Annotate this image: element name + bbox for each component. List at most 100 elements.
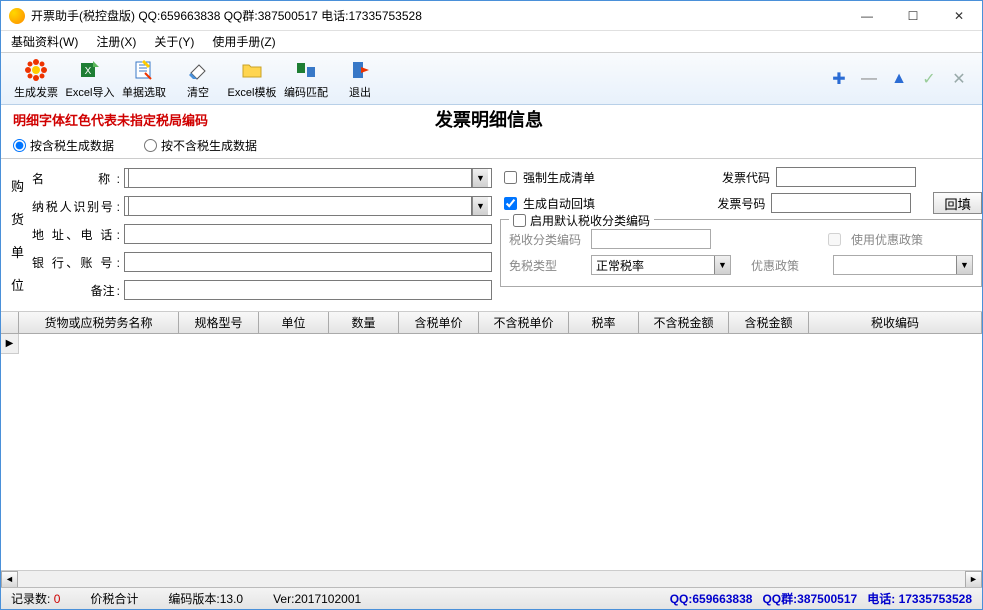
buyer-side-label: 购货单位 — [11, 165, 24, 305]
grid-header: 货物或应税劳务名称 规格型号 单位 数量 含税单价 不含税单价 税率 不含税金额… — [1, 312, 982, 334]
force-list-checkbox[interactable] — [504, 171, 517, 184]
buyer-taxid-input[interactable]: ▼ — [124, 196, 492, 216]
tax-total-label: 价税合计 — [90, 590, 138, 607]
tb-clear[interactable]: 清空 — [171, 55, 225, 103]
dropdown-icon[interactable]: ▼ — [472, 169, 488, 187]
window-title: 开票助手(税控盘版) QQ:659663838 QQ群:387500517 电话… — [31, 7, 422, 24]
eraser-icon — [186, 58, 210, 82]
nav-cancel-button[interactable]: ✕ — [944, 64, 974, 94]
header-row: 明细字体红色代表未指定税局编码 发票明细信息 — [1, 105, 982, 133]
toolbar: 生成发票 XExcel导入 单据选取 清空 Excel模板 编码匹配 退出 ✚ … — [1, 53, 982, 105]
match-icon — [294, 58, 318, 82]
tax-code-label: 税收分类编码 — [509, 231, 581, 248]
horizontal-scrollbar[interactable]: ◄ ► — [1, 570, 982, 587]
page-title: 发票明细信息 — [208, 106, 770, 132]
radio-incl-tax[interactable]: 按含税生成数据 — [13, 137, 114, 154]
grid-col-2[interactable]: 单位 — [259, 312, 329, 333]
buyer-bank-label: 银 行、账 号 — [32, 254, 124, 271]
red-note: 明细字体红色代表未指定税局编码 — [13, 110, 208, 129]
tax-class-groupbox: 启用默认税收分类编码 税收分类编码 使用优惠政策 免税类型 正常税率▼ 优惠政策… — [500, 219, 982, 287]
nav-confirm-button[interactable]: ✓ — [914, 64, 944, 94]
buyer-remark-input[interactable] — [124, 280, 492, 300]
tb-excel-import[interactable]: XExcel导入 — [63, 55, 117, 103]
flower-icon — [24, 58, 48, 82]
invoice-num-input[interactable] — [771, 193, 911, 213]
grid-row-selector-head — [1, 312, 19, 333]
tax-code-input — [591, 229, 711, 249]
folder-icon — [240, 58, 264, 82]
menu-manual[interactable]: 使用手册(Z) — [208, 31, 279, 52]
tb-generate-invoice[interactable]: 生成发票 — [9, 55, 63, 103]
backfill-button[interactable]: 回填 — [933, 192, 982, 214]
dropdown-icon: ▼ — [714, 256, 730, 274]
dropdown-icon[interactable]: ▼ — [472, 197, 488, 215]
force-list-label: 强制生成清单 — [523, 169, 595, 186]
grid-col-6[interactable]: 税率 — [569, 312, 639, 333]
nav-remove-button[interactable]: — — [854, 64, 884, 94]
scroll-right-icon[interactable]: ► — [965, 571, 982, 588]
buyer-name-input[interactable]: ▼ — [124, 168, 492, 188]
app-version: Ver:2017102001 — [273, 592, 361, 606]
exempt-label: 免税类型 — [509, 257, 581, 274]
code-version: 编码版本:13.0 — [168, 590, 243, 607]
row-marker-icon: ▶ — [1, 334, 19, 354]
enable-taxclass-label: 启用默认税收分类编码 — [530, 212, 650, 229]
nav-add-button[interactable]: ✚ — [824, 64, 854, 94]
invoice-code-label: 发票代码 — [722, 169, 770, 186]
buyer-addr-label: 地 址、电 话 — [32, 226, 124, 243]
grid-col-0[interactable]: 货物或应税劳务名称 — [19, 312, 179, 333]
doc-select-icon — [132, 58, 156, 82]
statusbar: 记录数: 0 价税合计 编码版本:13.0 Ver:2017102001 QQ:… — [1, 587, 982, 609]
auto-fill-label: 生成自动回填 — [523, 195, 595, 212]
enable-taxclass-checkbox[interactable] — [513, 214, 526, 227]
dropdown-icon: ▼ — [956, 256, 972, 274]
menu-register[interactable]: 注册(X) — [92, 31, 140, 52]
grid-area: 货物或应税劳务名称 规格型号 单位 数量 含税单价 不含税单价 税率 不含税金额… — [1, 312, 982, 587]
grid-col-7[interactable]: 不含税金额 — [639, 312, 729, 333]
buyer-bank-input[interactable] — [124, 252, 492, 272]
record-count: 记录数: 0 — [11, 590, 60, 607]
close-button[interactable]: ✕ — [936, 1, 982, 31]
grid-col-5[interactable]: 不含税单价 — [479, 312, 569, 333]
tb-exit[interactable]: 退出 — [333, 55, 387, 103]
radio-row: 按含税生成数据 按不含税生成数据 — [1, 133, 982, 159]
grid-col-9[interactable]: 税收编码 — [809, 312, 982, 333]
nav-up-button[interactable]: ▲ — [884, 64, 914, 94]
tb-doc-select[interactable]: 单据选取 — [117, 55, 171, 103]
use-pref-checkbox — [828, 233, 841, 246]
scroll-left-icon[interactable]: ◄ — [1, 571, 18, 588]
buyer-remark-label: 备注 — [32, 282, 124, 299]
grid-col-1[interactable]: 规格型号 — [179, 312, 259, 333]
status-qq: QQ:659663838 QQ群:387500517 电话: 173357535… — [670, 590, 972, 607]
app-icon — [9, 8, 25, 24]
radio-excl-tax[interactable]: 按不含税生成数据 — [144, 137, 257, 154]
grid-body[interactable]: ▶ — [1, 334, 982, 570]
grid-col-4[interactable]: 含税单价 — [399, 312, 479, 333]
menu-basic[interactable]: 基础资料(W) — [7, 31, 82, 52]
buyer-taxid-label: 纳税人识别号 — [32, 198, 124, 215]
pref-policy-label: 优惠政策 — [751, 257, 823, 274]
auto-fill-checkbox[interactable] — [504, 197, 517, 210]
titlebar: 开票助手(税控盘版) QQ:659663838 QQ群:387500517 电话… — [1, 1, 982, 31]
buyer-addr-input[interactable] — [124, 224, 492, 244]
form-area: 购货单位 名 称 ▼ 纳税人识别号 ▼ 地 址、电 话 银 行、账 号 备注 强制生… — [1, 159, 982, 312]
grid-col-3[interactable]: 数量 — [329, 312, 399, 333]
grid-col-8[interactable]: 含税金额 — [729, 312, 809, 333]
menubar: 基础资料(W) 注册(X) 关于(Y) 使用手册(Z) — [1, 31, 982, 53]
invoice-num-label: 发票号码 — [717, 195, 765, 212]
exempt-select: 正常税率▼ — [591, 255, 731, 275]
tb-code-match[interactable]: 编码匹配 — [279, 55, 333, 103]
pref-policy-select: ▼ — [833, 255, 973, 275]
minimize-button[interactable]: — — [844, 1, 890, 31]
invoice-code-input[interactable] — [776, 167, 916, 187]
buyer-form: 名 称 ▼ 纳税人识别号 ▼ 地 址、电 话 银 行、账 号 备注 — [32, 165, 492, 305]
use-pref-label: 使用优惠政策 — [851, 231, 923, 248]
tb-excel-template[interactable]: Excel模板 — [225, 55, 279, 103]
maximize-button[interactable]: ☐ — [890, 1, 936, 31]
excel-import-icon: X — [78, 58, 102, 82]
buyer-name-label: 名 称 — [32, 170, 124, 187]
svg-text:X: X — [85, 66, 92, 77]
options-form: 强制生成清单 发票代码 生成自动回填 发票号码 回填 启用默认税收分类编码 税收… — [500, 165, 982, 305]
menu-about[interactable]: 关于(Y) — [150, 31, 198, 52]
exit-icon — [348, 58, 372, 82]
